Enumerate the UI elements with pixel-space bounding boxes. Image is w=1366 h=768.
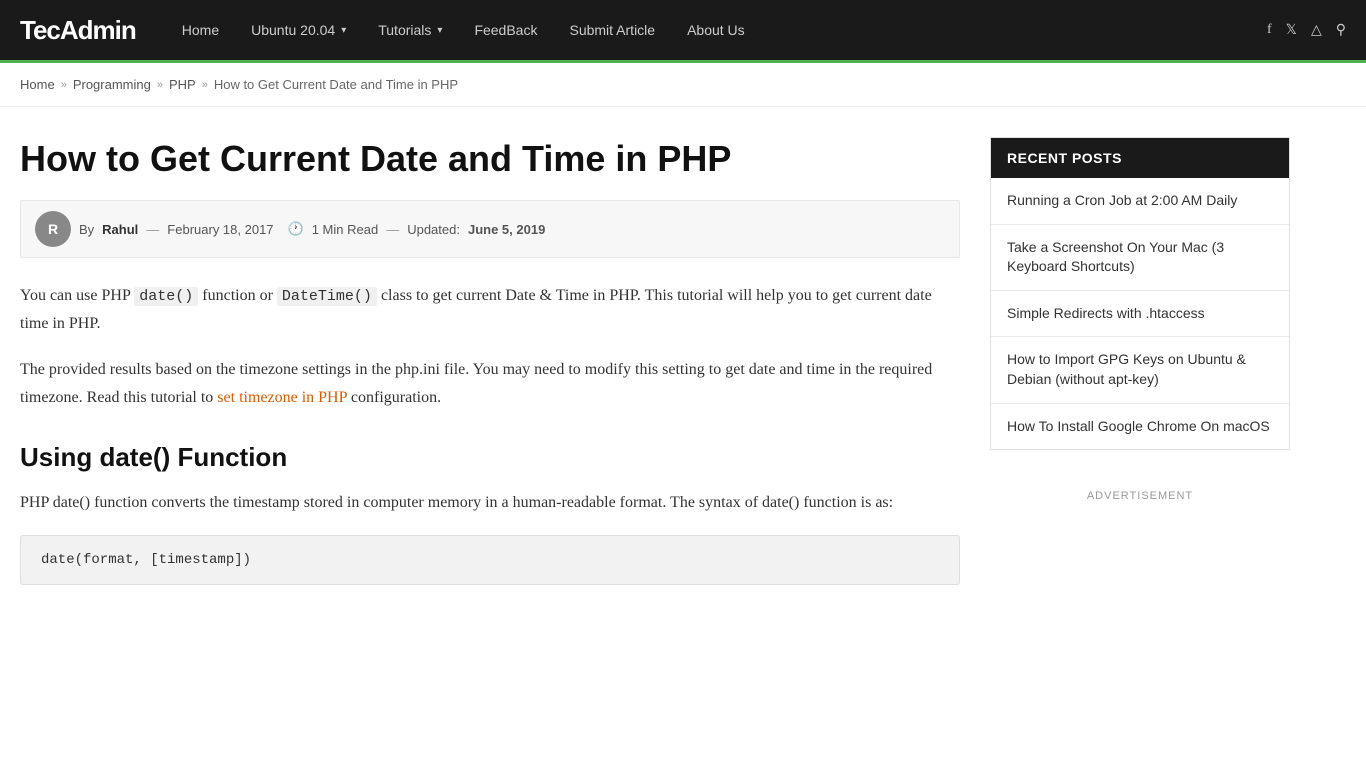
breadcrumb-programming[interactable]: Programming bbox=[73, 77, 151, 92]
timezone-link[interactable]: set timezone in PHP bbox=[217, 389, 347, 406]
article-intro1: You can use PHP date() function or DateT… bbox=[20, 282, 960, 338]
avatar: R bbox=[35, 211, 71, 247]
breadcrumb-home[interactable]: Home bbox=[20, 77, 55, 92]
twitter-icon[interactable]: 𝕏 bbox=[1286, 22, 1297, 39]
instagram-icon[interactable]: △ bbox=[1311, 22, 1322, 39]
nav-about-us[interactable]: About Us bbox=[671, 0, 761, 60]
recent-posts-box: RECENT POSTS Running a Cron Job at 2:00 … bbox=[990, 137, 1290, 450]
meta-updated-label: Updated: bbox=[407, 222, 460, 237]
recent-posts-header: RECENT POSTS bbox=[991, 138, 1289, 178]
search-icon[interactable]: ⚲ bbox=[1336, 22, 1346, 39]
main-nav: Home Ubuntu 20.04 ▾ Tutorials ▾ FeedBack… bbox=[166, 0, 1267, 60]
code-block-1: date(format, [timestamp]) bbox=[20, 535, 960, 585]
meta-clock-icon: 🕐 bbox=[288, 221, 304, 237]
meta-updated-date: June 5, 2019 bbox=[468, 222, 545, 237]
nav-tutorials[interactable]: Tutorials ▾ bbox=[362, 0, 458, 60]
meta-separator: — bbox=[386, 222, 399, 237]
recent-post-item[interactable]: How to Import GPG Keys on Ubuntu & Debia… bbox=[991, 337, 1289, 403]
social-icons: f 𝕏 △ ⚲ bbox=[1267, 22, 1346, 39]
breadcrumb-current: How to Get Current Date and Time in PHP bbox=[214, 77, 458, 92]
meta-separator: — bbox=[146, 222, 159, 237]
nav-ubuntu[interactable]: Ubuntu 20.04 ▾ bbox=[235, 0, 362, 60]
breadcrumb: Home » Programming » PHP » How to Get Cu… bbox=[0, 63, 1366, 107]
meta-by: By bbox=[79, 222, 94, 237]
article-intro2: The provided results based on the timezo… bbox=[20, 356, 960, 412]
meta-bar: R By Rahul — February 18, 2017 🕐 1 Min R… bbox=[20, 200, 960, 258]
recent-post-item[interactable]: Running a Cron Job at 2:00 AM Daily bbox=[991, 178, 1289, 225]
meta-read-time: 1 Min Read bbox=[312, 222, 378, 237]
sidebar: RECENT POSTS Running a Cron Job at 2:00 … bbox=[990, 137, 1290, 585]
breadcrumb-sep: » bbox=[202, 79, 208, 91]
chevron-down-icon: ▾ bbox=[437, 25, 442, 36]
meta-author[interactable]: Rahul bbox=[102, 222, 138, 237]
main-container: How to Get Current Date and Time in PHP … bbox=[0, 107, 1366, 615]
article-area: How to Get Current Date and Time in PHP … bbox=[20, 137, 960, 585]
recent-post-item[interactable]: Simple Redirects with .htaccess bbox=[991, 291, 1289, 338]
breadcrumb-php[interactable]: PHP bbox=[169, 77, 196, 92]
site-logo[interactable]: TecAdmin bbox=[20, 15, 136, 46]
breadcrumb-sep: » bbox=[61, 79, 67, 91]
recent-post-item[interactable]: How To Install Google Chrome On macOS bbox=[991, 404, 1289, 450]
facebook-icon[interactable]: f bbox=[1267, 22, 1272, 38]
article-content: You can use PHP date() function or DateT… bbox=[20, 282, 960, 585]
article-title: How to Get Current Date and Time in PHP bbox=[20, 137, 960, 180]
section1-title: Using date() Function bbox=[20, 442, 960, 473]
sidebar-advertisement: ADVERTISEMENT bbox=[990, 480, 1290, 502]
chevron-down-icon: ▾ bbox=[341, 25, 346, 36]
section1-p1: PHP date() function converts the timesta… bbox=[20, 489, 960, 517]
nav-submit-article[interactable]: Submit Article bbox=[553, 0, 671, 60]
recent-post-item[interactable]: Take a Screenshot On Your Mac (3 Keyboar… bbox=[991, 225, 1289, 291]
meta-date: February 18, 2017 bbox=[167, 222, 273, 237]
site-header: TecAdmin Home Ubuntu 20.04 ▾ Tutorials ▾… bbox=[0, 0, 1366, 60]
nav-feedback[interactable]: FeedBack bbox=[458, 0, 553, 60]
nav-home[interactable]: Home bbox=[166, 0, 235, 60]
breadcrumb-sep: » bbox=[157, 79, 163, 91]
